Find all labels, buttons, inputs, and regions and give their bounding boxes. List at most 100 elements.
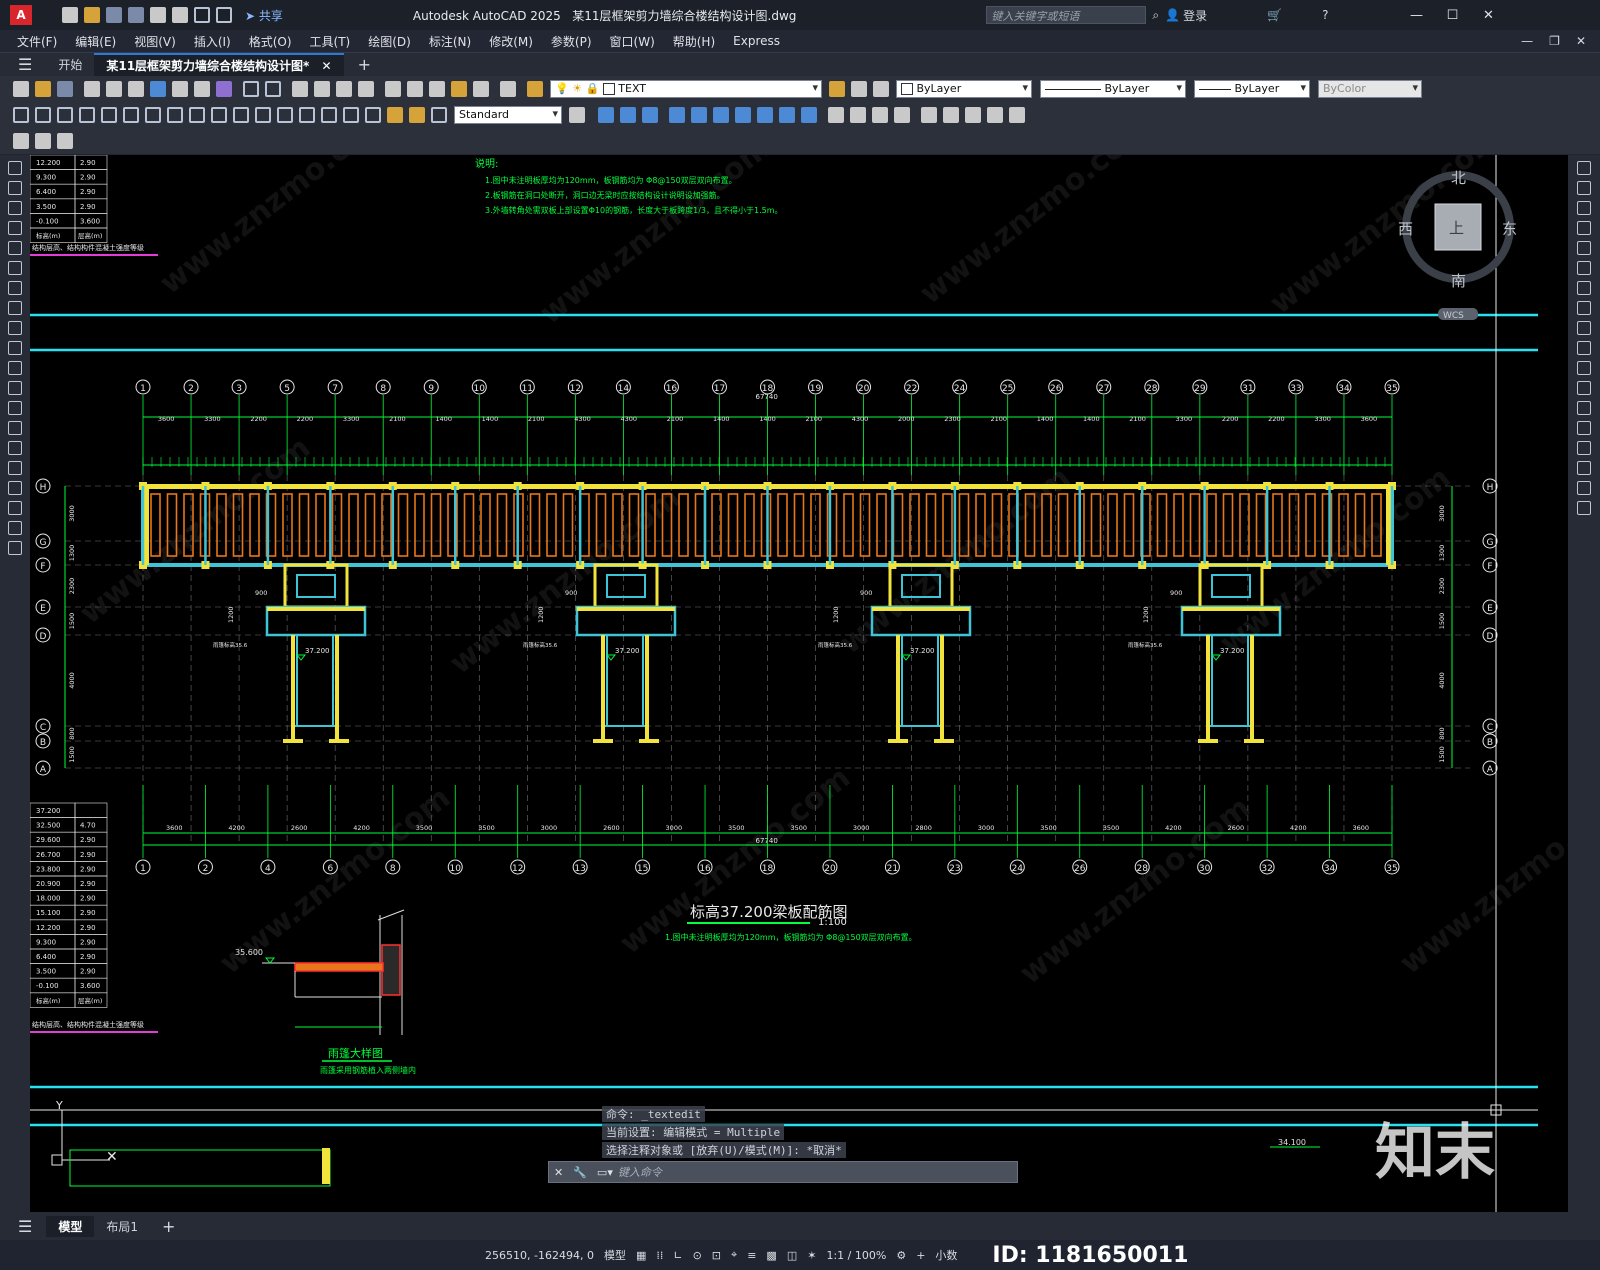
search-input[interactable]: 键入关键字或短语	[986, 6, 1147, 24]
join-icon[interactable]	[1577, 421, 1591, 435]
modify-tool-11-icon[interactable]	[828, 107, 844, 123]
modify-tool-9-icon[interactable]	[779, 107, 795, 123]
trim-icon[interactable]	[1577, 341, 1591, 355]
extra-tool-1-icon[interactable]	[13, 133, 29, 149]
model-space-toggle[interactable]: 模型	[604, 1247, 626, 1263]
open-icon[interactable]	[35, 81, 51, 97]
erase-icon[interactable]	[1577, 161, 1591, 175]
polyline-icon[interactable]	[8, 201, 22, 215]
linetype-dropdown[interactable]: ByLayer	[1040, 80, 1186, 98]
layer-manager-icon[interactable]	[527, 81, 543, 97]
modify-tool-4-icon[interactable]	[669, 107, 685, 123]
hamburger-icon[interactable]: ☰	[18, 55, 32, 74]
dim-jogged-icon[interactable]	[123, 107, 139, 123]
modify-tool-19-icon[interactable]	[1009, 107, 1025, 123]
doc-restore-button[interactable]: ❐	[1549, 34, 1560, 48]
print-icon[interactable]	[84, 81, 100, 97]
menu-draw[interactable]: 绘图(D)	[368, 33, 411, 50]
copy-object-icon[interactable]	[1577, 181, 1591, 195]
mtext-icon[interactable]	[8, 521, 22, 535]
tab-start[interactable]: 开始	[46, 54, 94, 75]
modify-tool-10-icon[interactable]	[801, 107, 817, 123]
modify-tool-18-icon[interactable]	[987, 107, 1003, 123]
array-icon[interactable]	[1577, 241, 1591, 255]
mirror-icon[interactable]	[1577, 201, 1591, 215]
save-as-icon[interactable]	[128, 7, 144, 23]
dim-diameter-icon[interactable]	[145, 107, 161, 123]
layer-dropdown[interactable]: 💡 ☀ 🔒 TEXT	[550, 80, 822, 98]
share-button[interactable]: ➤ 共享	[245, 7, 283, 24]
layer-states-icon[interactable]	[873, 81, 889, 97]
command-recent-icon[interactable]: ▭▾	[597, 1166, 613, 1179]
menu-edit[interactable]: 编辑(E)	[75, 33, 116, 50]
design-center-icon[interactable]	[407, 81, 423, 97]
units-dropdown[interactable]: 小数	[935, 1247, 957, 1263]
menu-modify[interactable]: 修改(M)	[489, 33, 533, 50]
cart-icon[interactable]: 🛒	[1267, 8, 1282, 22]
menu-parameter[interactable]: 参数(P)	[551, 33, 592, 50]
properties-icon[interactable]	[385, 81, 401, 97]
menu-view[interactable]: 视图(V)	[134, 33, 176, 50]
drawing-svg[interactable]: www.znzmo.com www.znzmo.com www.znzmo.com w…	[30, 155, 1568, 1212]
line-icon[interactable]	[8, 161, 22, 175]
tab-document[interactable]: 某11层框架剪力墙综合楼结构设计图* ✕	[94, 53, 344, 76]
sheet-set-icon[interactable]	[451, 81, 467, 97]
preview-icon[interactable]	[106, 81, 122, 97]
dim-continue-icon[interactable]	[233, 107, 249, 123]
dim-space-icon[interactable]	[255, 107, 271, 123]
region-icon[interactable]	[8, 481, 22, 495]
transparency-icon[interactable]: ▩	[766, 1249, 776, 1262]
close-button[interactable]: ✕	[1470, 8, 1506, 23]
save-icon[interactable]	[106, 7, 122, 23]
dimstyle-dropdown[interactable]: Standard	[454, 106, 562, 124]
ellipse-icon[interactable]	[8, 341, 22, 355]
selection-cycling-icon[interactable]: ◫	[787, 1249, 797, 1262]
dim-baseline-icon[interactable]	[211, 107, 227, 123]
move-icon[interactable]	[1577, 261, 1591, 275]
modify-tool-13-icon[interactable]	[872, 107, 888, 123]
tool-palettes-icon[interactable]	[429, 81, 445, 97]
layout-menu-icon[interactable]: ☰	[18, 1217, 32, 1236]
grid-icon[interactable]: ▦	[636, 1249, 646, 1262]
user-icon[interactable]: 👤	[1165, 8, 1180, 22]
chamfer-icon[interactable]	[1577, 441, 1591, 455]
polygon-icon[interactable]	[8, 221, 22, 235]
dim-style-icon[interactable]	[569, 107, 585, 123]
login-button[interactable]: 登录	[1183, 7, 1207, 24]
dim-angular-icon[interactable]	[167, 107, 183, 123]
modify-tool-5-icon[interactable]	[691, 107, 707, 123]
color-dropdown[interactable]: ByLayer	[896, 80, 1032, 98]
circle-icon[interactable]	[8, 281, 22, 295]
point-icon[interactable]	[8, 421, 22, 435]
command-input[interactable]: 键入命令	[618, 1164, 1017, 1180]
spline-icon[interactable]	[8, 321, 22, 335]
redo-icon[interactable]	[265, 81, 281, 97]
polar-icon[interactable]: ⊙	[693, 1249, 702, 1262]
dim-radius-icon[interactable]	[101, 107, 117, 123]
zoom-window-icon[interactable]	[336, 81, 352, 97]
tab-close-icon[interactable]: ✕	[322, 59, 332, 73]
search-icon[interactable]: ⌕	[1152, 8, 1159, 23]
modify-tool-15-icon[interactable]	[921, 107, 937, 123]
app-logo[interactable]: A	[10, 5, 32, 25]
menu-insert[interactable]: 插入(I)	[194, 33, 231, 50]
extra-tool-3-icon[interactable]	[57, 133, 73, 149]
make-current-icon[interactable]	[829, 81, 845, 97]
modify-tool-14-icon[interactable]	[894, 107, 910, 123]
tolerance-icon[interactable]	[299, 107, 315, 123]
make-block-icon[interactable]	[8, 401, 22, 415]
insert-block-icon[interactable]	[8, 381, 22, 395]
dim-break-icon[interactable]	[277, 107, 293, 123]
rectangle-icon[interactable]	[8, 241, 22, 255]
menu-window[interactable]: 窗口(W)	[610, 33, 655, 50]
publish-icon[interactable]	[150, 7, 166, 23]
new-layout-button[interactable]: +	[162, 1217, 175, 1236]
modify-tool-3-icon[interactable]	[642, 107, 658, 123]
undo-icon[interactable]	[243, 81, 259, 97]
break-point-icon[interactable]	[1577, 381, 1591, 395]
modify-tool-17-icon[interactable]	[965, 107, 981, 123]
extend-icon[interactable]	[1577, 361, 1591, 375]
menu-help[interactable]: 帮助(H)	[673, 33, 715, 50]
model-space-canvas[interactable]: www.znzmo.com www.znzmo.com www.znzmo.com w…	[30, 155, 1568, 1212]
dim-linear-icon[interactable]	[13, 107, 29, 123]
